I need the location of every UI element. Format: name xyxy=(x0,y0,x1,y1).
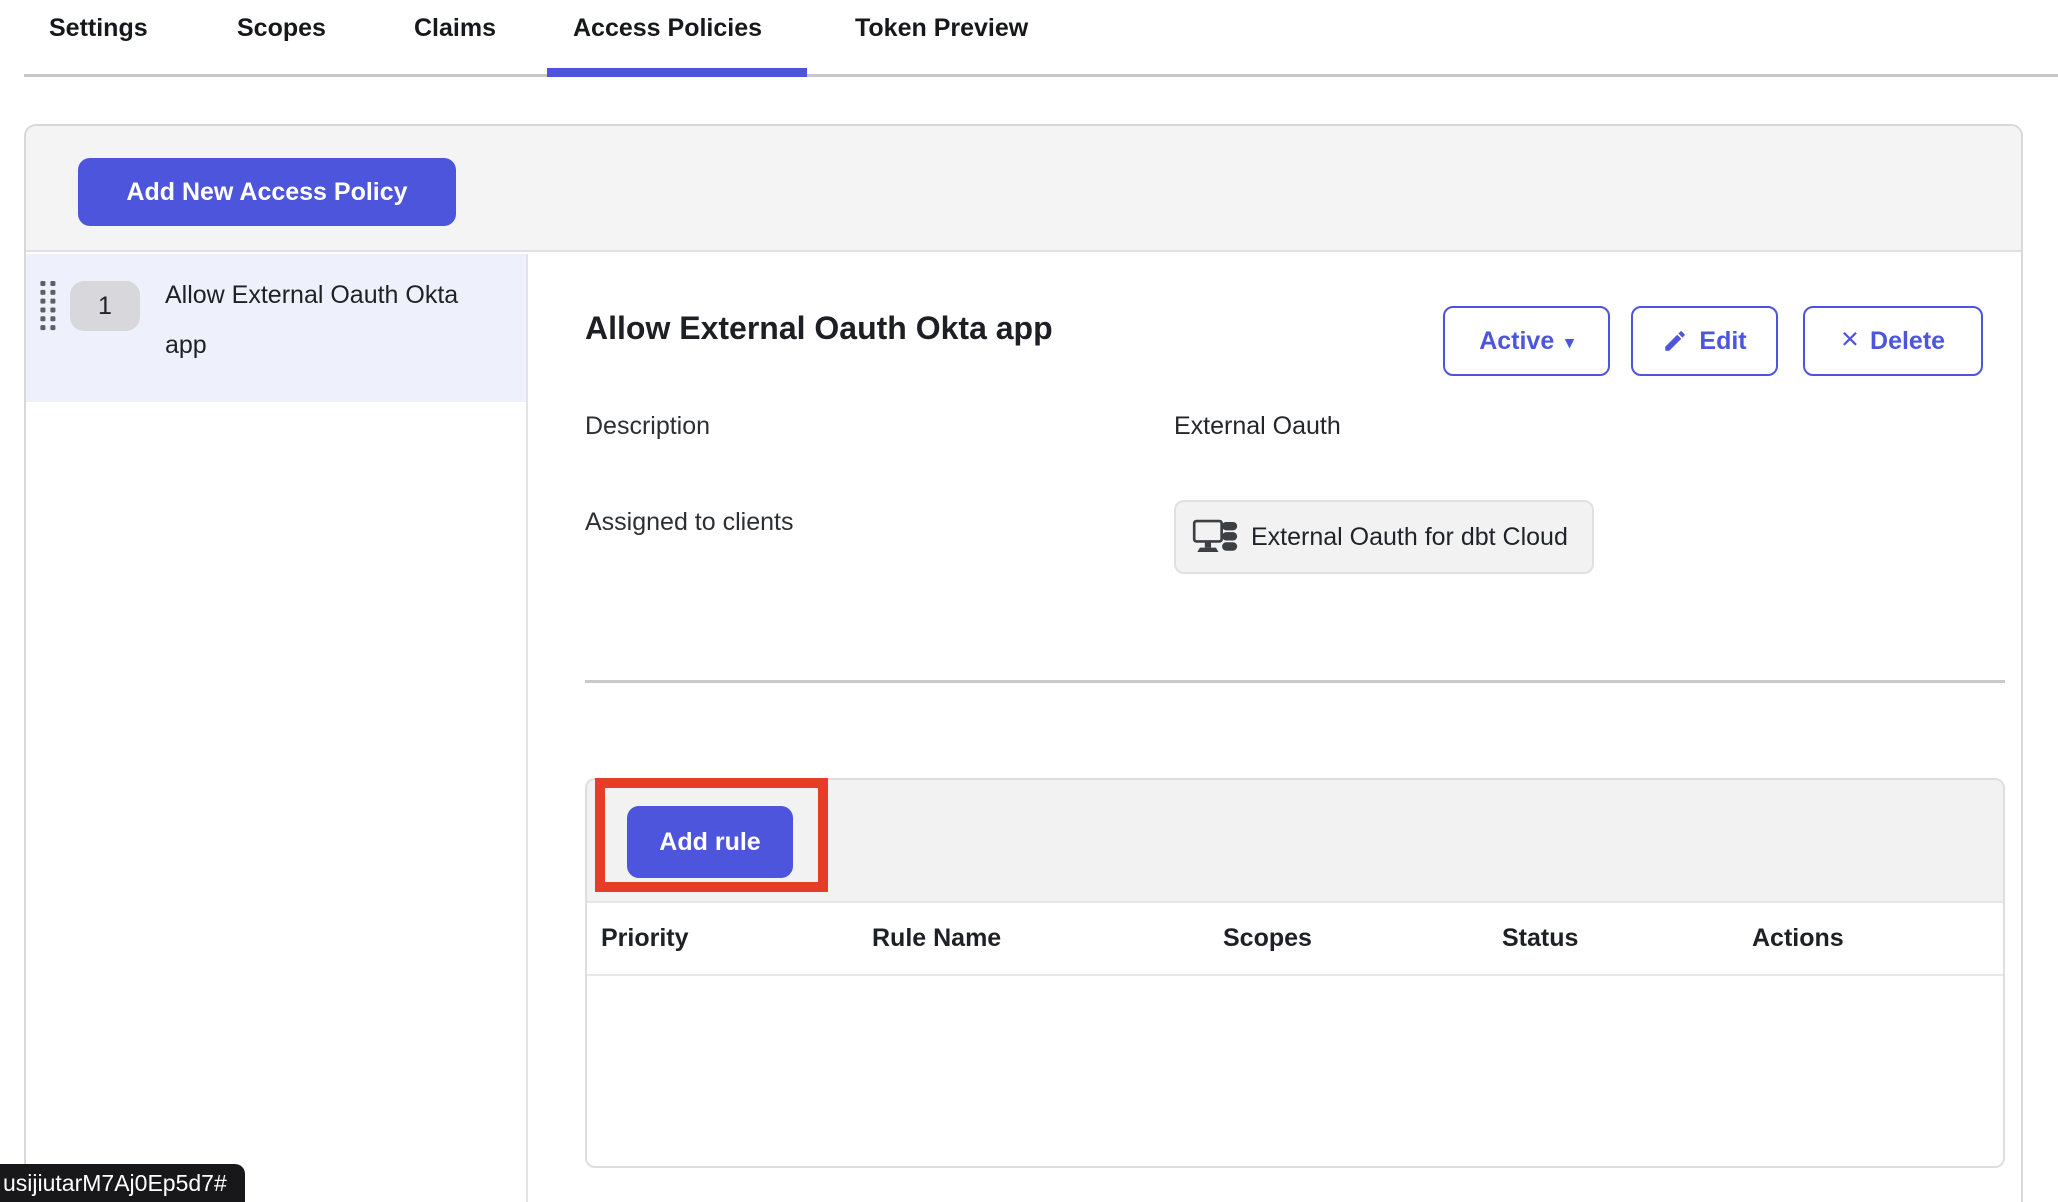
delete-button[interactable]: × Delete xyxy=(1803,306,1983,376)
policy-list-item[interactable]: 1 Allow External Oauth Okta app xyxy=(26,254,526,402)
column-header-scopes: Scopes xyxy=(1223,924,1312,953)
description-value: External Oauth xyxy=(1174,412,1341,441)
rules-section: Add rule Priority Rule Name Scopes Statu… xyxy=(585,778,2005,1168)
pencil-icon xyxy=(1662,328,1688,354)
rules-header: Add rule xyxy=(587,780,2003,903)
tab-bar-divider xyxy=(24,74,2058,77)
description-label: Description xyxy=(585,412,710,441)
client-chip-label: External Oauth for dbt Cloud xyxy=(1251,523,1568,552)
link-preview-tooltip: usijiutarM7Aj0Ep5d7# xyxy=(0,1164,245,1202)
edit-button[interactable]: Edit xyxy=(1631,306,1778,376)
rules-table-header: Priority Rule Name Scopes Status Actions xyxy=(587,903,2003,976)
policy-name: Allow External Oauth Okta app xyxy=(165,270,465,370)
delete-label: Delete xyxy=(1870,327,1945,356)
column-header-priority: Priority xyxy=(601,924,689,953)
active-tab-underline xyxy=(547,68,807,77)
section-divider xyxy=(585,680,2005,683)
tab-access-policies[interactable]: Access Policies xyxy=(573,14,762,43)
tab-claims[interactable]: Claims xyxy=(414,14,496,43)
add-new-access-policy-button[interactable]: Add New Access Policy xyxy=(78,158,456,226)
panel-header: Add New Access Policy xyxy=(26,126,2021,252)
computer-database-icon xyxy=(1192,516,1238,558)
policy-priority-badge: 1 xyxy=(70,281,140,331)
policy-list: 1 Allow External Oauth Okta app xyxy=(26,254,528,1202)
policy-detail-title: Allow External Oauth Okta app xyxy=(585,310,1053,347)
column-header-rule-name: Rule Name xyxy=(872,924,1001,953)
edit-label: Edit xyxy=(1699,327,1746,356)
status-label: Active xyxy=(1479,327,1554,356)
client-chip[interactable]: External Oauth for dbt Cloud xyxy=(1174,500,1594,574)
add-rule-button[interactable]: Add rule xyxy=(627,806,793,878)
screen: Settings Scopes Claims Access Policies T… xyxy=(0,0,2058,1202)
chevron-down-icon: ▾ xyxy=(1565,333,1574,353)
close-icon: × xyxy=(1841,321,1859,357)
tab-token-preview[interactable]: Token Preview xyxy=(855,14,1028,43)
tab-scopes[interactable]: Scopes xyxy=(237,14,326,43)
rules-table-body xyxy=(587,976,2003,1166)
column-header-actions: Actions xyxy=(1752,924,1844,953)
assigned-to-clients-label: Assigned to clients xyxy=(585,508,793,537)
status-dropdown-button[interactable]: Active ▾ xyxy=(1443,306,1610,376)
column-header-status: Status xyxy=(1502,924,1578,953)
tab-settings[interactable]: Settings xyxy=(49,14,148,43)
